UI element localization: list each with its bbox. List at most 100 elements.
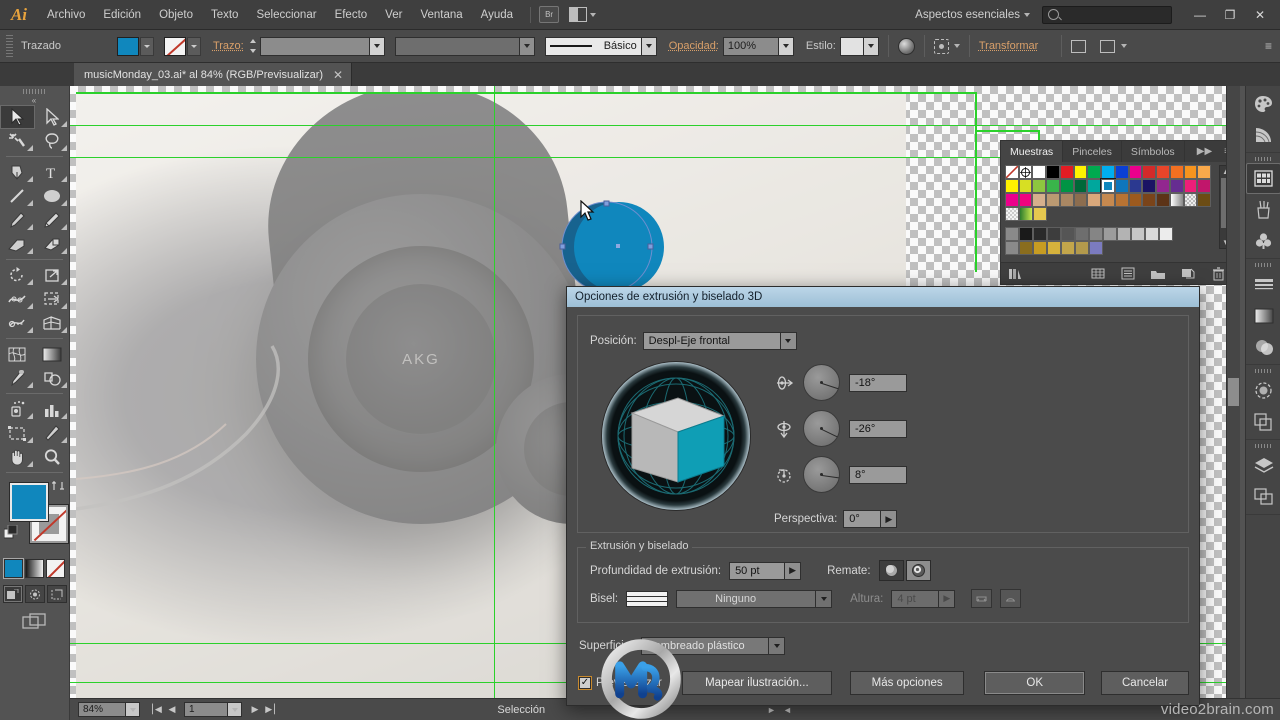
extruded-circle-shape[interactable] bbox=[557, 199, 677, 294]
fill-color-swatch[interactable] bbox=[116, 36, 139, 56]
swatch-color[interactable] bbox=[1197, 165, 1212, 179]
menu-texto[interactable]: Texto bbox=[202, 0, 248, 30]
lasso-tool[interactable] bbox=[35, 129, 70, 153]
perspective-stepper[interactable]: ▶ bbox=[881, 510, 898, 528]
swatch-color[interactable] bbox=[1128, 165, 1143, 179]
bevel-preview[interactable] bbox=[626, 590, 669, 607]
brush-definition-dropdown[interactable] bbox=[641, 36, 657, 56]
swatch-color[interactable] bbox=[1101, 193, 1115, 207]
swatch-color[interactable] bbox=[1047, 241, 1061, 255]
opacity-field[interactable]: 100% bbox=[722, 36, 779, 56]
transparency-icon[interactable] bbox=[1246, 331, 1280, 362]
symbols-icon[interactable] bbox=[1246, 225, 1280, 256]
swatch-color[interactable] bbox=[1145, 227, 1159, 241]
extrude-depth-field[interactable]: 50 pt bbox=[729, 561, 786, 580]
swatch-color[interactable] bbox=[1142, 165, 1157, 179]
swatch-color[interactable] bbox=[1005, 193, 1019, 207]
paintbrush-tool[interactable] bbox=[0, 208, 35, 232]
swatch-color[interactable] bbox=[1128, 193, 1143, 207]
stroke-dropdown[interactable] bbox=[186, 36, 201, 56]
rotate-tool[interactable] bbox=[0, 263, 35, 287]
graphic-styles-icon[interactable] bbox=[1246, 406, 1280, 437]
menu-seleccionar[interactable]: Seleccionar bbox=[247, 0, 325, 30]
swatch-color[interactable] bbox=[1047, 227, 1061, 241]
map-artwork-button[interactable]: Mapear ilustración... bbox=[681, 671, 832, 695]
bevel-height-stepper[interactable]: ▶ bbox=[939, 589, 956, 608]
swap-fill-stroke-icon[interactable] bbox=[51, 479, 65, 493]
swatch-color[interactable] bbox=[1114, 193, 1129, 207]
next-artboard-button[interactable]: ▶ bbox=[247, 701, 263, 719]
line-segment-tool[interactable] bbox=[0, 184, 35, 208]
toolbar-grip[interactable] bbox=[22, 89, 47, 94]
dock-grip[interactable] bbox=[1255, 444, 1271, 448]
search-input[interactable] bbox=[1042, 5, 1172, 24]
swatch-pattern[interactable] bbox=[1183, 193, 1198, 207]
stroke-weight-stepper[interactable] bbox=[248, 37, 259, 56]
brush-definition-field[interactable]: Básico bbox=[544, 36, 642, 56]
swatch-color[interactable] bbox=[1169, 165, 1184, 179]
menu-efecto[interactable]: Efecto bbox=[326, 0, 377, 30]
bevel-dropdown[interactable] bbox=[816, 589, 833, 608]
swatch-gradient[interactable] bbox=[1169, 193, 1184, 207]
swatch-color[interactable] bbox=[1169, 179, 1184, 193]
swatches-icon[interactable] bbox=[1246, 163, 1280, 194]
symbol-sprayer-tool[interactable] bbox=[0, 397, 35, 421]
width-tool[interactable] bbox=[0, 287, 35, 311]
stroke-icon[interactable] bbox=[1246, 269, 1280, 300]
zoom-level-field[interactable]: 84% bbox=[78, 702, 126, 717]
swatch-color[interactable] bbox=[1061, 241, 1075, 255]
close-button[interactable]: ✕ bbox=[1246, 5, 1274, 25]
magic-wand-tool[interactable] bbox=[0, 129, 35, 153]
swatch-registration[interactable] bbox=[1018, 165, 1033, 179]
swatch-folder[interactable] bbox=[1005, 241, 1019, 255]
bevel-extent-in-button[interactable] bbox=[1000, 589, 1022, 608]
swatch-color[interactable] bbox=[1019, 227, 1033, 241]
swatch-pattern[interactable] bbox=[1005, 207, 1019, 221]
more-options-button[interactable]: Más opciones bbox=[849, 671, 965, 695]
swatch-color[interactable] bbox=[1033, 227, 1047, 241]
fill-color-indicator[interactable] bbox=[10, 483, 48, 521]
toolbar-collapse-icon[interactable]: « bbox=[0, 96, 69, 105]
bevel-extent-out-button[interactable] bbox=[971, 589, 993, 608]
new-color-group-icon[interactable] bbox=[1143, 263, 1173, 285]
swatch-color[interactable] bbox=[1101, 165, 1115, 179]
swatch-color[interactable] bbox=[1059, 193, 1074, 207]
minimize-button[interactable]: — bbox=[1186, 5, 1214, 25]
column-graph-tool[interactable] bbox=[35, 397, 70, 421]
swatch-gradient[interactable] bbox=[1019, 207, 1033, 221]
tab-muestras[interactable]: Muestras bbox=[1001, 141, 1064, 162]
scale-tool[interactable] bbox=[35, 263, 70, 287]
swatch-folder[interactable] bbox=[1005, 227, 1019, 241]
menu-edicion[interactable]: Edición bbox=[94, 0, 150, 30]
swatch-color[interactable] bbox=[1005, 179, 1019, 193]
swatch-color[interactable] bbox=[1059, 165, 1074, 179]
slice-tool[interactable] bbox=[35, 421, 70, 445]
swatch-libraries-icon[interactable] bbox=[1001, 263, 1031, 285]
blob-brush-tool[interactable] bbox=[0, 232, 35, 256]
stroke-profile-dropdown[interactable] bbox=[519, 36, 535, 56]
swatch-color[interactable] bbox=[1103, 227, 1117, 241]
rotate-z-field[interactable]: 8° bbox=[849, 465, 907, 484]
surface-dropdown[interactable] bbox=[769, 637, 786, 655]
swatch-none[interactable] bbox=[1005, 165, 1019, 179]
opacity-dropdown[interactable] bbox=[778, 36, 794, 56]
hand-tool[interactable] bbox=[0, 445, 35, 469]
selection-tool[interactable] bbox=[0, 105, 35, 129]
perspective-field[interactable]: 0° bbox=[843, 510, 882, 528]
show-swatch-kinds-icon[interactable] bbox=[1083, 263, 1113, 285]
none-mode-button[interactable] bbox=[46, 559, 65, 578]
prev-artboard-button[interactable]: ◀ bbox=[164, 701, 180, 719]
select-similar-icon[interactable] bbox=[933, 38, 949, 54]
new-swatch-icon[interactable] bbox=[1173, 263, 1203, 285]
scrollbar-thumb[interactable] bbox=[1228, 378, 1239, 406]
menu-ver[interactable]: Ver bbox=[376, 0, 411, 30]
artboards-icon[interactable] bbox=[1246, 481, 1280, 512]
mesh-tool[interactable] bbox=[0, 342, 35, 366]
rotate-y-dial[interactable] bbox=[803, 410, 840, 447]
select-similar-chevron-down-icon[interactable] bbox=[953, 44, 960, 48]
eraser-tool[interactable] bbox=[35, 232, 70, 256]
restore-button[interactable]: ❐ bbox=[1216, 5, 1244, 25]
canvas-vertical-scrollbar[interactable] bbox=[1226, 86, 1240, 698]
ok-button[interactable]: OK bbox=[984, 671, 1086, 695]
stroke-label[interactable]: Trazo: bbox=[213, 40, 244, 52]
